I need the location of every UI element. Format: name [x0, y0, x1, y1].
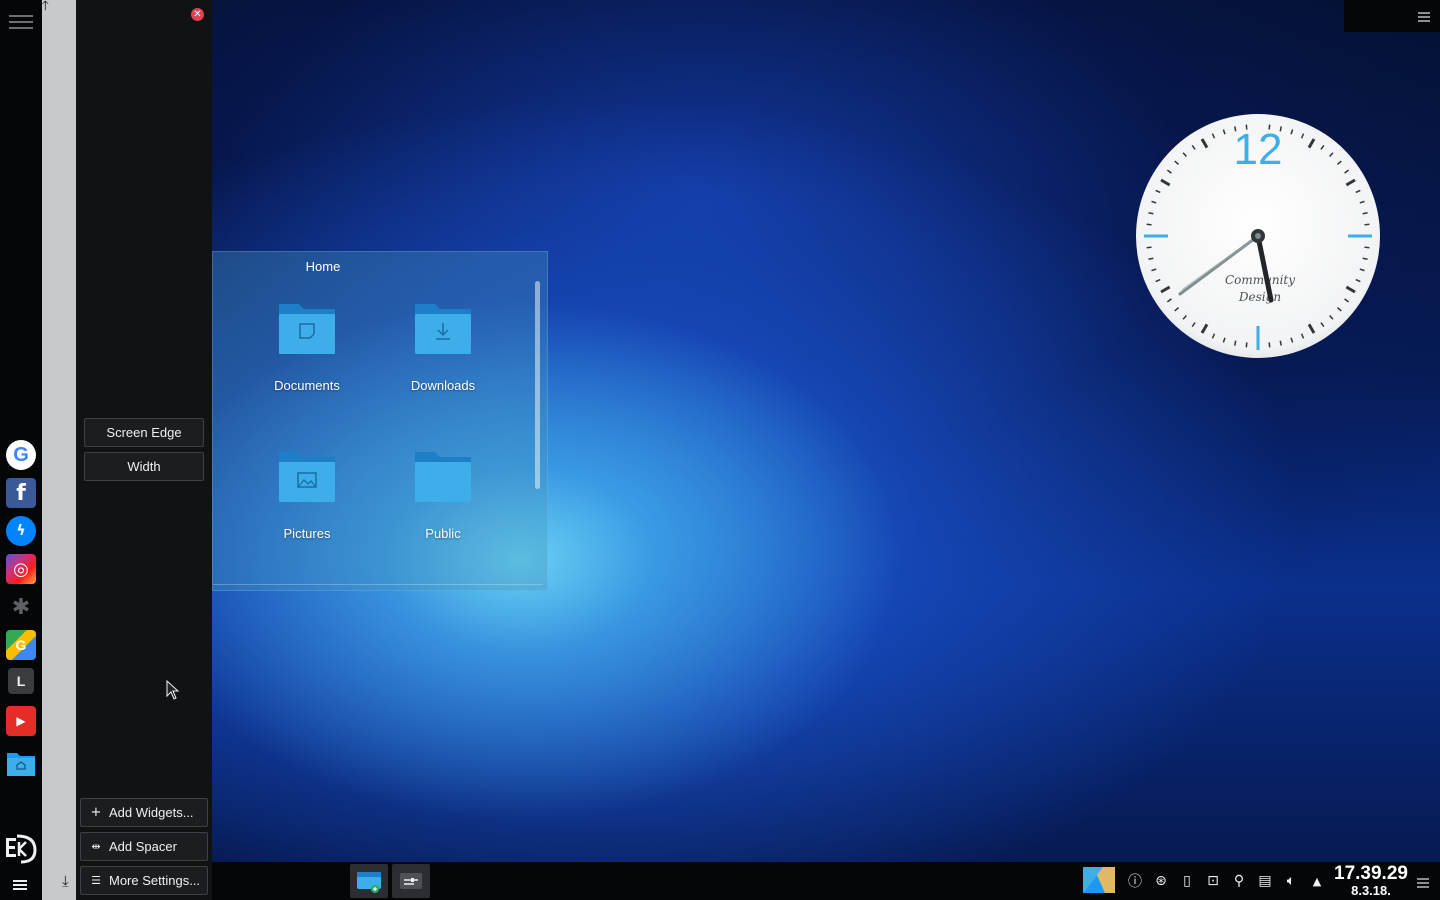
- usb-device-icon[interactable]: ▯: [1178, 872, 1196, 890]
- clock-minute-tick: [1268, 342, 1271, 348]
- more-settings-label: More Settings...: [109, 873, 201, 888]
- kde-gear-icon[interactable]: ✱: [6, 592, 36, 622]
- folder-label: Pictures: [283, 526, 331, 541]
- folder-view-title: Home: [305, 259, 341, 274]
- updates-icon[interactable]: ⊛: [1152, 872, 1170, 890]
- network-icon[interactable]: ⊡: [1204, 872, 1222, 890]
- folder-label: Downloads: [410, 378, 476, 393]
- clock-minute-tick: [1362, 211, 1368, 215]
- file-manager-icon: [357, 872, 381, 893]
- application-menu-icon[interactable]: [13, 878, 27, 892]
- clock-minute-tick: [1364, 223, 1370, 226]
- add-spacer-label: Add Spacer: [109, 839, 177, 854]
- close-icon[interactable]: ✕: [191, 8, 204, 21]
- letter-l-icon[interactable]: L: [8, 668, 34, 694]
- clock-minute-tick: [1233, 340, 1237, 346]
- clock-minute-tick: [1279, 340, 1283, 346]
- clock-minute-tick: [1362, 257, 1368, 261]
- wallpaper-thumbnail-icon[interactable]: [1082, 866, 1116, 894]
- downloads-folder-icon: [413, 302, 473, 356]
- task-panel-settings[interactable]: [392, 864, 430, 898]
- clock-minute-tick: [1146, 246, 1152, 249]
- panel-settings-icon: [400, 873, 422, 889]
- desktop-toolbox[interactable]: [1344, 0, 1440, 32]
- maps-icon[interactable]: G: [6, 630, 36, 660]
- divider: [213, 584, 543, 585]
- clock-twelve: 12: [1234, 125, 1283, 174]
- notifications-icon[interactable]: ⓘ: [1126, 872, 1144, 890]
- home-folder-icon[interactable]: [6, 748, 36, 778]
- desktop-menu-icon[interactable]: [1418, 10, 1430, 24]
- settings-sliders-icon: ☰: [91, 874, 101, 887]
- instagram-icon[interactable]: ◎: [6, 554, 36, 584]
- pictures-folder-icon: [277, 450, 337, 504]
- left-panel: G f ϟ ◎ ✱ G L ▶: [0, 0, 42, 900]
- mouse-cursor-icon: [166, 679, 180, 705]
- google-icon[interactable]: G: [6, 440, 36, 470]
- task-file-manager[interactable]: [350, 864, 388, 898]
- youtube-icon[interactable]: ▶: [6, 706, 36, 736]
- add-widgets-label: Add Widgets...: [109, 805, 194, 820]
- clock-date[interactable]: 8.3.18.: [1332, 884, 1410, 898]
- volume-icon[interactable]: 🔈︎: [1282, 872, 1300, 890]
- panel-settings-toolbox: [76, 0, 212, 900]
- folder-item-documents[interactable]: Documents: [252, 302, 362, 393]
- add-spacer-button[interactable]: ⇹ Add Spacer: [80, 832, 208, 861]
- messenger-icon[interactable]: ϟ: [6, 516, 36, 546]
- folder-label: Documents: [274, 378, 340, 393]
- analog-clock-widget[interactable]: 12 Community Design: [1134, 112, 1382, 360]
- clipboard-icon[interactable]: ▤: [1256, 872, 1274, 890]
- clock-brand-line1: Community: [1225, 273, 1295, 287]
- folder-label: Public: [425, 526, 461, 541]
- folder-item-pictures[interactable]: Pictures: [252, 450, 362, 541]
- kde-connect-icon[interactable]: ⚲: [1230, 872, 1248, 890]
- kde-logo-icon[interactable]: [3, 830, 39, 866]
- panel-ruler[interactable]: ⤒ ⤓: [42, 0, 76, 900]
- clock-minute-tick: [1148, 257, 1154, 261]
- folder-view-widget[interactable]: Home Documents Downloads Pictures Public: [212, 251, 548, 591]
- public-folder-icon: [413, 450, 473, 504]
- plus-icon: +: [90, 805, 102, 820]
- max-length-handle-icon[interactable]: ⤒: [42, 0, 49, 14]
- clock-minute-tick: [1146, 223, 1152, 226]
- folder-item-public[interactable]: Public: [388, 450, 498, 541]
- tray-expand-icon[interactable]: ▲: [1308, 872, 1326, 890]
- folder-view-scrollbar[interactable]: [535, 281, 540, 489]
- clock-center-dot: [1255, 233, 1261, 239]
- clock-minute-tick: [1245, 342, 1248, 348]
- folder-item-downloads[interactable]: Downloads: [388, 302, 498, 393]
- documents-folder-icon: [277, 302, 337, 356]
- width-button[interactable]: Width: [84, 452, 204, 481]
- add-widgets-button[interactable]: + Add Widgets...: [80, 798, 208, 827]
- more-settings-button[interactable]: ☰ More Settings...: [80, 866, 208, 895]
- clock-brand-line2: Design: [1238, 290, 1281, 304]
- facebook-icon[interactable]: f: [6, 478, 36, 508]
- min-length-handle-icon[interactable]: ⤓: [62, 872, 69, 890]
- screen-edge-button[interactable]: Screen Edge: [84, 418, 204, 447]
- clock-minute-tick: [1364, 246, 1370, 249]
- clock-minute-tick: [1148, 211, 1154, 215]
- clock-time[interactable]: 17.39.29: [1332, 864, 1410, 884]
- panel-menu-icon[interactable]: [9, 11, 33, 31]
- spacer-icon: ⇹: [91, 840, 101, 853]
- panel-options-icon[interactable]: [1417, 876, 1429, 890]
